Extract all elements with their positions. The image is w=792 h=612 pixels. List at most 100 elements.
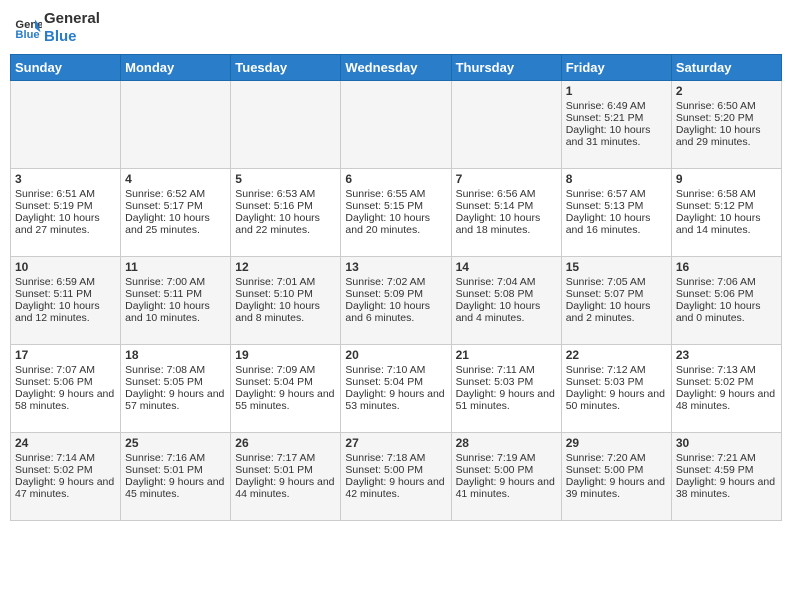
day-info: Sunrise: 7:11 AM bbox=[456, 364, 557, 376]
calendar-cell: 15Sunrise: 7:05 AMSunset: 5:07 PMDayligh… bbox=[561, 257, 671, 345]
day-info: Sunset: 5:19 PM bbox=[15, 200, 116, 212]
day-info: Sunset: 5:03 PM bbox=[456, 376, 557, 388]
day-number: 23 bbox=[676, 348, 777, 362]
day-number: 4 bbox=[125, 172, 226, 186]
col-header-wednesday: Wednesday bbox=[341, 55, 451, 81]
calendar-cell: 21Sunrise: 7:11 AMSunset: 5:03 PMDayligh… bbox=[451, 345, 561, 433]
calendar-table: SundayMondayTuesdayWednesdayThursdayFrid… bbox=[10, 54, 782, 521]
day-info: Sunrise: 7:13 AM bbox=[676, 364, 777, 376]
day-number: 3 bbox=[15, 172, 116, 186]
day-info: Sunrise: 7:04 AM bbox=[456, 276, 557, 288]
day-info: Sunset: 5:05 PM bbox=[125, 376, 226, 388]
day-number: 2 bbox=[676, 84, 777, 98]
day-info: Sunrise: 7:17 AM bbox=[235, 452, 336, 464]
calendar-header-row: SundayMondayTuesdayWednesdayThursdayFrid… bbox=[11, 55, 782, 81]
logo-blue: Blue bbox=[44, 28, 100, 46]
col-header-thursday: Thursday bbox=[451, 55, 561, 81]
day-info: Sunset: 5:00 PM bbox=[566, 464, 667, 476]
day-info: Sunrise: 7:16 AM bbox=[125, 452, 226, 464]
day-number: 1 bbox=[566, 84, 667, 98]
day-info: Daylight: 10 hours and 10 minutes. bbox=[125, 300, 226, 324]
day-info: Sunrise: 7:07 AM bbox=[15, 364, 116, 376]
day-number: 5 bbox=[235, 172, 336, 186]
col-header-monday: Monday bbox=[121, 55, 231, 81]
day-info: Sunrise: 7:00 AM bbox=[125, 276, 226, 288]
calendar-cell: 9Sunrise: 6:58 AMSunset: 5:12 PMDaylight… bbox=[671, 169, 781, 257]
calendar-cell: 1Sunrise: 6:49 AMSunset: 5:21 PMDaylight… bbox=[561, 81, 671, 169]
calendar-cell: 10Sunrise: 6:59 AMSunset: 5:11 PMDayligh… bbox=[11, 257, 121, 345]
calendar-cell: 5Sunrise: 6:53 AMSunset: 5:16 PMDaylight… bbox=[231, 169, 341, 257]
calendar-cell: 16Sunrise: 7:06 AMSunset: 5:06 PMDayligh… bbox=[671, 257, 781, 345]
day-info: Sunset: 5:16 PM bbox=[235, 200, 336, 212]
day-info: Daylight: 9 hours and 53 minutes. bbox=[345, 388, 446, 412]
day-info: Sunset: 5:07 PM bbox=[566, 288, 667, 300]
calendar-cell bbox=[341, 81, 451, 169]
day-info: Sunset: 5:15 PM bbox=[345, 200, 446, 212]
logo: General Blue General Blue bbox=[14, 10, 100, 46]
day-info: Daylight: 9 hours and 58 minutes. bbox=[15, 388, 116, 412]
day-number: 27 bbox=[345, 436, 446, 450]
day-info: Sunrise: 7:14 AM bbox=[15, 452, 116, 464]
calendar-cell: 8Sunrise: 6:57 AMSunset: 5:13 PMDaylight… bbox=[561, 169, 671, 257]
day-info: Sunset: 5:12 PM bbox=[676, 200, 777, 212]
day-number: 6 bbox=[345, 172, 446, 186]
calendar-cell: 3Sunrise: 6:51 AMSunset: 5:19 PMDaylight… bbox=[11, 169, 121, 257]
day-number: 22 bbox=[566, 348, 667, 362]
day-number: 11 bbox=[125, 260, 226, 274]
day-info: Daylight: 9 hours and 57 minutes. bbox=[125, 388, 226, 412]
day-info: Sunrise: 7:19 AM bbox=[456, 452, 557, 464]
calendar-cell: 13Sunrise: 7:02 AMSunset: 5:09 PMDayligh… bbox=[341, 257, 451, 345]
calendar-cell bbox=[451, 81, 561, 169]
day-info: Daylight: 10 hours and 16 minutes. bbox=[566, 212, 667, 236]
day-info: Daylight: 10 hours and 12 minutes. bbox=[15, 300, 116, 324]
day-info: Sunset: 5:06 PM bbox=[15, 376, 116, 388]
day-info: Sunset: 5:00 PM bbox=[456, 464, 557, 476]
day-info: Sunset: 5:11 PM bbox=[125, 288, 226, 300]
calendar-cell: 4Sunrise: 6:52 AMSunset: 5:17 PMDaylight… bbox=[121, 169, 231, 257]
day-number: 20 bbox=[345, 348, 446, 362]
day-info: Sunset: 5:08 PM bbox=[456, 288, 557, 300]
calendar-week-row: 10Sunrise: 6:59 AMSunset: 5:11 PMDayligh… bbox=[11, 257, 782, 345]
day-info: Daylight: 10 hours and 25 minutes. bbox=[125, 212, 226, 236]
day-number: 19 bbox=[235, 348, 336, 362]
day-info: Daylight: 9 hours and 44 minutes. bbox=[235, 476, 336, 500]
day-info: Daylight: 9 hours and 51 minutes. bbox=[456, 388, 557, 412]
day-number: 29 bbox=[566, 436, 667, 450]
day-info: Sunset: 5:13 PM bbox=[566, 200, 667, 212]
day-info: Sunrise: 7:10 AM bbox=[345, 364, 446, 376]
day-info: Sunrise: 7:01 AM bbox=[235, 276, 336, 288]
calendar-cell: 28 Sunrise: 7:19 AMSunset: 5:00 PMDayligh… bbox=[451, 433, 561, 521]
day-info: Daylight: 9 hours and 55 minutes. bbox=[235, 388, 336, 412]
day-info: Sunrise: 6:50 AM bbox=[676, 100, 777, 112]
calendar-cell: 14Sunrise: 7:04 AMSunset: 5:08 PMDayligh… bbox=[451, 257, 561, 345]
day-info: Sunset: 5:02 PM bbox=[15, 464, 116, 476]
day-number: 16 bbox=[676, 260, 777, 274]
day-info: Sunrise: 7:21 AM bbox=[676, 452, 777, 464]
calendar-cell: 26Sunrise: 7:17 AMSunset: 5:01 PMDayligh… bbox=[231, 433, 341, 521]
day-info: Sunset: 5:10 PM bbox=[235, 288, 336, 300]
day-info: Sunrise: 6:57 AM bbox=[566, 188, 667, 200]
day-info: Sunrise: 7:20 AM bbox=[566, 452, 667, 464]
col-header-sunday: Sunday bbox=[11, 55, 121, 81]
calendar-week-row: 1Sunrise: 6:49 AMSunset: 5:21 PMDaylight… bbox=[11, 81, 782, 169]
day-info: Sunrise: 6:51 AM bbox=[15, 188, 116, 200]
day-info: Daylight: 10 hours and 20 minutes. bbox=[345, 212, 446, 236]
day-info: Sunset: 5:04 PM bbox=[345, 376, 446, 388]
day-info: Daylight: 10 hours and 4 minutes. bbox=[456, 300, 557, 324]
calendar-cell: 6Sunrise: 6:55 AMSunset: 5:15 PMDaylight… bbox=[341, 169, 451, 257]
day-info: Sunset: 4:59 PM bbox=[676, 464, 777, 476]
calendar-cell bbox=[231, 81, 341, 169]
day-number: 18 bbox=[125, 348, 226, 362]
day-info: Sunset: 5:00 PM bbox=[345, 464, 446, 476]
day-info: Daylight: 9 hours and 41 minutes. bbox=[456, 476, 557, 500]
day-number: 10 bbox=[15, 260, 116, 274]
day-number: 28 bbox=[456, 436, 557, 450]
day-info: Sunrise: 6:56 AM bbox=[456, 188, 557, 200]
day-info: Sunrise: 7:06 AM bbox=[676, 276, 777, 288]
day-info: Daylight: 9 hours and 42 minutes. bbox=[345, 476, 446, 500]
day-info: Daylight: 9 hours and 47 minutes. bbox=[15, 476, 116, 500]
page-header: General Blue General Blue bbox=[10, 10, 782, 46]
day-info: Daylight: 9 hours and 48 minutes. bbox=[676, 388, 777, 412]
day-info: Daylight: 10 hours and 0 minutes. bbox=[676, 300, 777, 324]
calendar-cell: 2Sunrise: 6:50 AMSunset: 5:20 PMDaylight… bbox=[671, 81, 781, 169]
